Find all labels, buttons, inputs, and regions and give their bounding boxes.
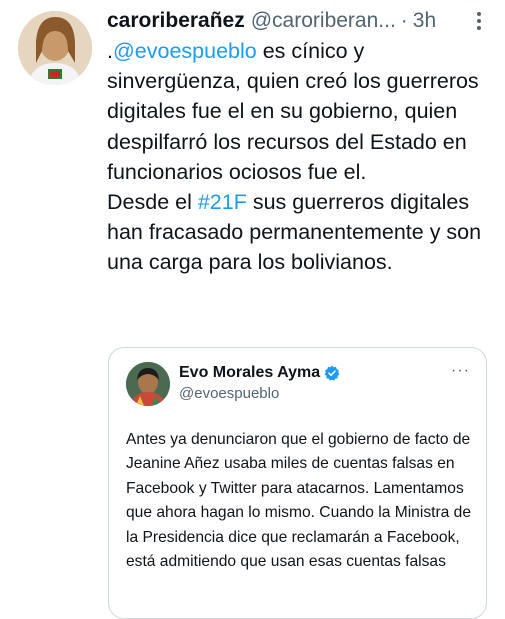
quoted-author-name[interactable]: Evo Morales Ayma bbox=[179, 364, 320, 382]
quoted-tweet-card[interactable]: Evo Morales Ayma @evoespueblo ··· Antes … bbox=[108, 347, 487, 619]
text-before-hashtag: Desde el bbox=[107, 190, 198, 215]
quoted-author-avatar[interactable] bbox=[126, 362, 170, 406]
tweet-header: caroriberañez @caroriberan... · 3h bbox=[107, 8, 489, 34]
tweet-text: .@evoespueblo es cínico y sinvergüenza, … bbox=[107, 36, 499, 278]
hashtag-link[interactable]: #21F bbox=[198, 190, 247, 214]
quoted-author-handle[interactable]: @evoespueblo bbox=[179, 385, 279, 402]
quoted-tweet-text: Antes ya denunciaron que el gobierno de … bbox=[126, 431, 471, 571]
more-horizontal-icon[interactable]: ··· bbox=[451, 362, 470, 380]
author-avatar[interactable] bbox=[18, 11, 92, 85]
tweet-paragraph-1: .@evoespueblo es cínico y sinvergüenza, … bbox=[107, 36, 499, 187]
verified-badge-icon bbox=[324, 365, 340, 381]
author-name[interactable]: caroriberañez bbox=[107, 9, 245, 33]
separator-dot: · bbox=[400, 9, 408, 32]
quoted-author-name-row[interactable]: Evo Morales Ayma bbox=[179, 364, 340, 382]
tweet-time[interactable]: 3h bbox=[413, 9, 436, 33]
author-handle[interactable]: @caroriberan... bbox=[251, 9, 396, 33]
mention-link[interactable]: @evoespueblo bbox=[113, 39, 257, 63]
tweet-paragraph-2: Desde el #21F sus guerreros digitales ha… bbox=[107, 187, 499, 278]
more-vertical-icon[interactable] bbox=[469, 8, 489, 34]
